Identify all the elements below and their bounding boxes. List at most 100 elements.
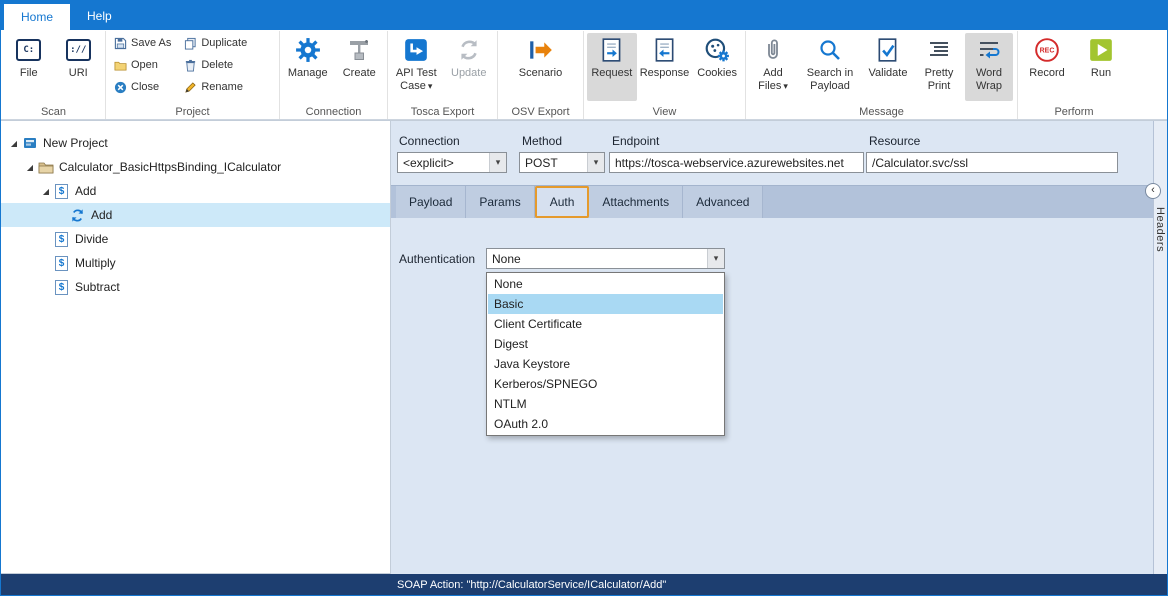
expander-icon[interactable]: ◢ [39,187,53,196]
group-label-message: Message [746,106,1017,118]
option-digest[interactable]: Digest [488,334,723,354]
request-document-icon [599,37,625,63]
pretty-print-button[interactable]: Pretty Print [915,33,963,101]
tree-item-label: Divide [75,232,108,246]
request-button[interactable]: Request [587,33,637,101]
tree-item-new-project[interactable]: ◢ New Project [1,131,390,155]
headers-panel-tab[interactable]: Headers [1154,207,1166,252]
tab-auth[interactable]: Auth [535,186,590,218]
chevron-down-icon[interactable]: ▾ [587,153,604,172]
option-kerberos-spnego[interactable]: Kerberos/SPNEGO [488,374,723,394]
project-icon [21,135,38,151]
chevron-down-icon[interactable]: ▾ [707,249,724,268]
duplicate-button[interactable]: Duplicate [179,33,251,53]
project-tree: ◢ New Project ◢ Calculator_BasicHttpsBin… [1,120,391,574]
soap-action-status: SOAP Action: "http://CalculatorService/I… [397,579,666,591]
update-button[interactable]: Update [444,33,495,101]
duplicate-label: Duplicate [201,37,247,49]
cookies-label: Cookies [697,67,737,80]
pencil-icon [183,80,197,94]
option-client-certificate[interactable]: Client Certificate [488,314,723,334]
cookies-button[interactable]: Cookies [692,33,742,101]
close-icon [113,80,127,94]
tree-item-label: Multiply [75,256,116,270]
ribbon-group-scan: C: File :// URI Scan [2,31,106,119]
method-icon: $ [53,255,70,271]
svg-text:REC: REC [1040,48,1055,55]
open-folder-icon [113,58,127,72]
scenario-button[interactable]: Scenario [515,33,567,101]
add-files-button[interactable]: Add Files▾ [749,33,797,101]
delete-button[interactable]: Delete [179,55,251,75]
uri-button-label: URI [69,67,88,80]
uri-button[interactable]: :// URI [55,33,103,101]
validate-button[interactable]: Validate [863,33,913,101]
validate-label: Validate [869,67,908,80]
tree-item-label: Add [75,184,96,198]
tab-home[interactable]: Home [4,4,70,30]
collapse-chevron-icon[interactable]: ‹ [1145,183,1161,199]
run-button[interactable]: Run [1075,33,1127,101]
group-label-tosca-export: Tosca Export [388,106,497,118]
group-label-scan: Scan [2,106,105,118]
group-label-view: View [584,106,745,118]
tree-item-add-folder[interactable]: ◢ $ Add [1,179,390,203]
gear-icon [295,37,321,63]
pretty-print-label: Pretty Print [916,67,962,92]
tab-payload[interactable]: Payload [396,186,466,218]
chevron-down-icon[interactable]: ▾ [489,153,506,172]
option-basic[interactable]: Basic [488,294,723,314]
api-test-case-icon [403,37,429,63]
save-as-label: Save As [131,37,171,49]
tab-help[interactable]: Help [70,1,129,30]
method-icon: $ [53,231,70,247]
validate-check-icon [875,37,901,63]
manage-button[interactable]: Manage [283,33,333,101]
option-none[interactable]: None [488,274,723,294]
tab-params[interactable]: Params [466,186,534,218]
paperclip-icon [760,37,786,63]
save-as-button[interactable]: Save As [109,33,175,53]
create-button[interactable]: Create [335,33,385,101]
file-button[interactable]: C: File [5,33,53,101]
open-button[interactable]: Open [109,55,175,75]
tab-attachments[interactable]: Attachments [589,186,683,218]
dropdown-caret-icon: ▾ [428,81,433,91]
option-oauth2[interactable]: OAuth 2.0 [488,414,723,434]
response-button[interactable]: Response [639,33,691,101]
search-icon [817,37,843,63]
file-button-label: File [20,67,38,80]
tab-advanced[interactable]: Advanced [683,186,763,218]
expander-icon[interactable]: ◢ [23,163,37,172]
api-test-case-button[interactable]: API Test Case▾ [391,33,442,101]
record-icon: REC [1034,37,1060,63]
create-connection-icon [346,37,372,63]
endpoint-input[interactable] [609,152,864,173]
tree-item-divide[interactable]: $ Divide [1,227,390,251]
option-ntlm[interactable]: NTLM [488,394,723,414]
tree-item-subtract[interactable]: $ Subtract [1,275,390,299]
manage-label: Manage [288,67,328,80]
connection-field-label: Connection [399,134,460,148]
method-dropdown[interactable]: POST ▾ [519,152,605,173]
cookie-icon [704,37,730,63]
record-button[interactable]: REC Record [1021,33,1073,101]
connection-dropdown[interactable]: <explicit> ▾ [397,152,507,173]
search-in-payload-button[interactable]: Search in Payload [799,33,861,101]
create-label: Create [343,67,376,80]
run-label: Run [1091,67,1111,80]
rename-button[interactable]: Rename [179,77,251,97]
word-wrap-button[interactable]: Word Wrap [965,33,1013,101]
tree-item-calculator-folder[interactable]: ◢ Calculator_BasicHttpsBinding_ICalculat… [1,155,390,179]
tree-item-label: Calculator_BasicHttpsBinding_ICalculator [59,160,281,174]
authentication-dropdown[interactable]: None ▾ [486,248,725,269]
tree-item-add-request[interactable]: Add [1,203,390,227]
tree-item-multiply[interactable]: $ Multiply [1,251,390,275]
method-field-label: Method [522,134,562,148]
resource-input[interactable] [866,152,1118,173]
run-play-icon [1088,37,1114,63]
method-icon: $ [53,183,70,199]
close-button[interactable]: Close [109,77,175,97]
expander-icon[interactable]: ◢ [7,139,21,148]
option-java-keystore[interactable]: Java Keystore [488,354,723,374]
